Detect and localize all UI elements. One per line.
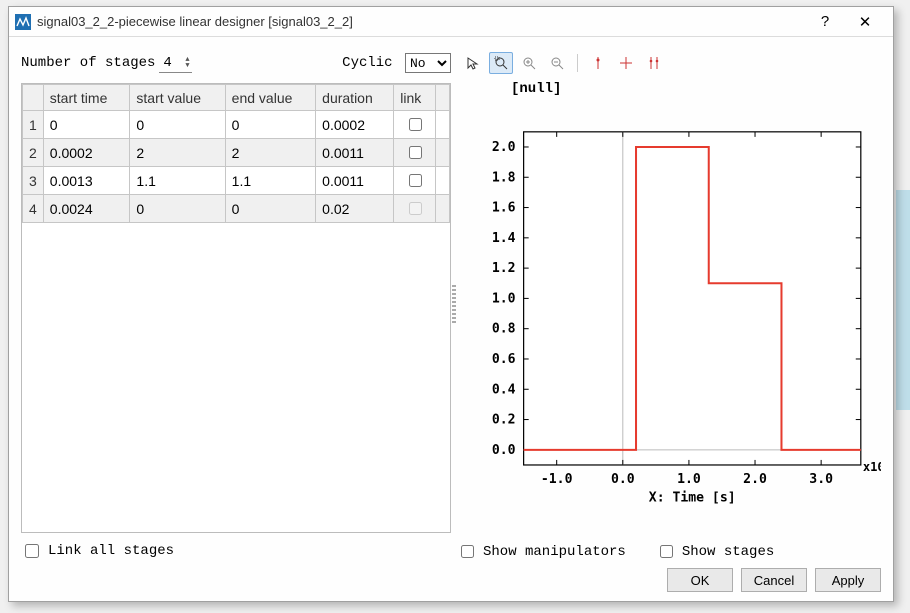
svg-text:1.0: 1.0 [677, 472, 701, 487]
cell-duration[interactable]: 0.0011 [316, 167, 394, 195]
show-stages-checkbox[interactable] [660, 545, 673, 558]
num-stages-label: Number of stages [21, 55, 155, 71]
dialog-window: signal03_2_2-piecewise linear designer [… [8, 6, 894, 602]
cell-start-time[interactable]: 0 [43, 111, 130, 139]
num-stages-input[interactable] [161, 54, 183, 72]
app-icon [15, 14, 31, 30]
row-number: 1 [23, 111, 44, 139]
svg-text:X: Time [s]: X: Time [s] [649, 490, 736, 505]
zoom-out-icon[interactable] [545, 52, 569, 74]
show-stages-label: Show stages [682, 544, 774, 560]
cell-start-value[interactable]: 1.1 [130, 167, 225, 195]
col-start-time[interactable]: start time [43, 85, 130, 111]
svg-text:2.0: 2.0 [743, 472, 767, 487]
svg-text:0.0: 0.0 [611, 472, 635, 487]
col-start-value[interactable]: start value [130, 85, 225, 111]
close-button[interactable]: ✕ [845, 13, 885, 31]
link-all-stages-checkbox[interactable] [25, 544, 39, 558]
cyclic-select[interactable]: No Yes [405, 53, 451, 73]
cancel-button[interactable]: Cancel [741, 568, 807, 592]
link-checkbox[interactable] [409, 174, 422, 187]
link-checkbox[interactable] [409, 118, 422, 131]
plot-area[interactable]: [null] 0.0 0.2 0.4 0.6 0.8 1.0 1.2 1.4 1.6 1.8 2.0… [457, 77, 881, 540]
svg-text:0.2: 0.2 [492, 413, 516, 428]
marker-v-icon[interactable] [586, 52, 610, 74]
show-manipulators-label: Show manipulators [483, 544, 626, 560]
cell-start-time[interactable]: 0.0024 [43, 195, 130, 223]
num-stages-spinner[interactable]: ▲▼ [159, 54, 191, 73]
col-spacer [436, 85, 450, 111]
window-title: signal03_2_2-piecewise linear designer [… [37, 14, 805, 29]
cell-end-value[interactable]: 2 [225, 139, 315, 167]
cell-duration[interactable]: 0.0011 [316, 139, 394, 167]
svg-text:1.0: 1.0 [492, 291, 516, 306]
cell-start-value[interactable]: 2 [130, 139, 225, 167]
cell-end-value[interactable]: 1.1 [225, 167, 315, 195]
help-button[interactable]: ? [805, 13, 845, 30]
link-checkbox [409, 202, 422, 215]
left-panel: Number of stages ▲▼ Cyclic No Yes [21, 49, 451, 561]
right-panel: [null] 0.0 0.2 0.4 0.6 0.8 1.0 1.2 1.4 1.6 1.8 2.0… [457, 49, 881, 561]
row-number: 4 [23, 195, 44, 223]
row-number: 2 [23, 139, 44, 167]
stages-table-container: start time start value end value duratio… [21, 83, 451, 533]
cyclic-label: Cyclic [342, 55, 392, 71]
show-manipulators-checkbox[interactable] [461, 545, 474, 558]
marker-multi-icon[interactable] [642, 52, 666, 74]
cell-start-value[interactable]: 0 [130, 195, 225, 223]
cell-start-time[interactable]: 0.0002 [43, 139, 130, 167]
col-duration[interactable]: duration [316, 85, 394, 111]
table-row[interactable]: 10000.0002 [23, 111, 450, 139]
plot-toolbar [457, 49, 881, 77]
cell-duration[interactable]: 0.0002 [316, 111, 394, 139]
titlebar: signal03_2_2-piecewise linear designer [… [9, 7, 893, 37]
svg-text:x10: x10 [863, 460, 881, 474]
svg-text:1.2: 1.2 [492, 261, 516, 276]
table-row[interactable]: 40.0024000.02 [23, 195, 450, 223]
show-manipulators-row[interactable]: Show manipulators [457, 542, 626, 561]
cell-end-value[interactable]: 0 [225, 195, 315, 223]
col-end-value[interactable]: end value [225, 85, 315, 111]
dialog-footer: OK Cancel Apply [9, 565, 893, 601]
svg-text:0.8: 0.8 [492, 322, 516, 337]
link-all-stages-row[interactable]: Link all stages [21, 541, 451, 561]
apply-button[interactable]: Apply [815, 568, 881, 592]
cell-duration[interactable]: 0.02 [316, 195, 394, 223]
cell-start-value[interactable]: 0 [130, 111, 225, 139]
svg-text:0.0: 0.0 [492, 443, 516, 458]
svg-text:3.0: 3.0 [809, 472, 833, 487]
svg-text:1.6: 1.6 [492, 201, 516, 216]
svg-text:0.4: 0.4 [492, 382, 516, 397]
row-number: 3 [23, 167, 44, 195]
cell-start-time[interactable]: 0.0013 [43, 167, 130, 195]
zoom-area-icon[interactable] [489, 52, 513, 74]
link-checkbox[interactable] [409, 146, 422, 159]
stages-table: start time start value end value duratio… [22, 84, 450, 223]
show-stages-row[interactable]: Show stages [656, 542, 774, 561]
col-link[interactable]: link [394, 85, 436, 111]
zoom-in-icon[interactable] [517, 52, 541, 74]
plot-svg: 0.0 0.2 0.4 0.6 0.8 1.0 1.2 1.4 1.6 1.8 2.0 -1.0 0.0… [457, 77, 881, 540]
link-all-stages-label: Link all stages [48, 543, 174, 559]
cell-link [394, 195, 436, 223]
plot-title: [null] [511, 81, 561, 97]
cell-link[interactable] [394, 139, 436, 167]
cell-link[interactable] [394, 167, 436, 195]
table-row[interactable]: 20.0002220.0011 [23, 139, 450, 167]
svg-text:-1.0: -1.0 [541, 472, 573, 487]
cell-end-value[interactable]: 0 [225, 111, 315, 139]
svg-text:1.8: 1.8 [492, 170, 516, 185]
spinner-arrows-icon[interactable]: ▲▼ [185, 57, 189, 69]
pointer-icon[interactable] [461, 52, 485, 74]
svg-text:0.6: 0.6 [492, 352, 516, 367]
cell-link[interactable] [394, 111, 436, 139]
ok-button[interactable]: OK [667, 568, 733, 592]
table-row[interactable]: 30.00131.11.10.0011 [23, 167, 450, 195]
table-corner [23, 85, 44, 111]
svg-text:1.4: 1.4 [492, 231, 516, 246]
marker-cross-icon[interactable] [614, 52, 638, 74]
svg-text:2.0: 2.0 [492, 140, 516, 155]
